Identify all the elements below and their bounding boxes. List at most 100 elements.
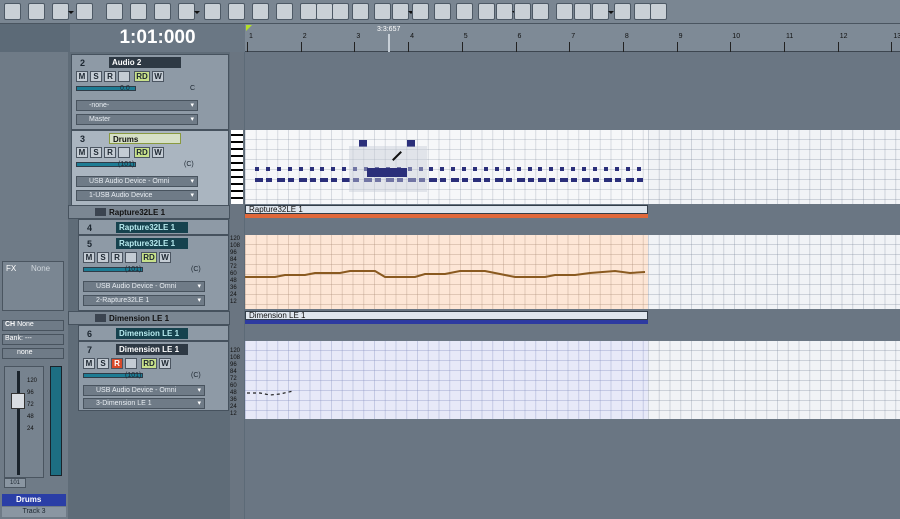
toolbar-button[interactable] — [332, 3, 349, 20]
solo-button[interactable]: S — [97, 358, 109, 369]
mute-button[interactable]: M — [76, 71, 88, 82]
toolbar-button[interactable] — [574, 3, 591, 20]
toolbar-button[interactable] — [316, 3, 333, 20]
drum-note[interactable] — [440, 167, 445, 171]
drum-note[interactable] — [549, 178, 556, 182]
drum-note[interactable] — [331, 167, 336, 171]
toolbar-button[interactable] — [276, 3, 293, 20]
drum-note[interactable] — [527, 167, 532, 171]
track-name[interactable]: Rapture32LE 1 — [116, 238, 188, 249]
fader-value[interactable]: 101 — [4, 478, 26, 488]
track-name[interactable]: Dimension LE 1 — [116, 328, 188, 339]
drum-note[interactable] — [571, 167, 576, 171]
timeline-ruler[interactable]: 3:3:657 1 2 3 4 5 6 7 8 9 10 11 12 13 — [245, 24, 900, 52]
mute-button[interactable]: M — [83, 252, 95, 263]
drum-note[interactable] — [538, 167, 543, 171]
toolbar-button[interactable] — [412, 3, 429, 20]
drum-note[interactable] — [287, 178, 294, 182]
drum-note[interactable] — [603, 167, 608, 171]
drum-note[interactable] — [636, 178, 643, 182]
track-scrollbar[interactable]: 120 108 96 84 72 60 48 36 24 12 120 108 96 84 72 60 48 3… — [230, 52, 244, 519]
drum-note[interactable] — [571, 178, 578, 182]
piano-keys[interactable] — [231, 130, 243, 204]
drum-note[interactable] — [614, 167, 619, 171]
toolbar-button[interactable] — [28, 3, 45, 20]
drum-note-block[interactable] — [367, 168, 407, 177]
drum-note[interactable] — [516, 167, 521, 171]
clips-pane[interactable]: Rapture32LE 1 Dimension LE 1 — [245, 52, 900, 519]
drum-note[interactable] — [429, 167, 434, 171]
drum-note[interactable] — [636, 167, 641, 171]
drum-note[interactable] — [494, 178, 503, 182]
toolbar-button[interactable] — [352, 3, 369, 20]
track-4[interactable]: 4 Rapture32LE 1 — [78, 219, 229, 235]
write-automation-button[interactable]: W — [152, 147, 164, 158]
track-name[interactable]: Drums — [109, 133, 181, 144]
track-6[interactable]: 6 Dimension LE 1 — [78, 325, 229, 341]
toolbar-button[interactable] — [532, 3, 549, 20]
track-name[interactable]: Dimension LE 1 — [116, 344, 188, 355]
track-5[interactable]: 5 Rapture32LE 1 M S R RD W (101) (C) USB… — [78, 235, 229, 311]
dimension-clip-bar[interactable] — [245, 320, 648, 324]
drum-note[interactable] — [527, 178, 534, 182]
toolbar-button[interactable] — [556, 3, 573, 20]
drum-note[interactable] — [462, 178, 469, 182]
track-2[interactable]: 2 Audio 2 M S R RD W 0.0 C -none- Master — [71, 54, 229, 130]
drum-note[interactable] — [592, 178, 599, 182]
now-time-marker[interactable] — [388, 34, 390, 52]
read-automation-button[interactable]: RD — [141, 252, 157, 263]
drum-note[interactable] — [255, 178, 263, 182]
drum-note[interactable] — [582, 178, 590, 182]
echo-button[interactable] — [118, 147, 130, 158]
drum-note[interactable] — [298, 167, 303, 171]
toolbar-button[interactable] — [228, 3, 245, 20]
fx-tab[interactable]: FX — [6, 264, 16, 273]
drum-note[interactable] — [287, 167, 292, 171]
fader-handle[interactable] — [11, 393, 25, 409]
solo-button[interactable]: S — [97, 252, 109, 263]
drum-note[interactable] — [538, 178, 547, 182]
drum-note[interactable] — [429, 178, 438, 182]
drum-note[interactable] — [582, 167, 586, 171]
toolbar-button[interactable] — [204, 3, 221, 20]
drum-note[interactable] — [331, 178, 338, 182]
drum-note[interactable] — [560, 178, 569, 182]
record-button[interactable]: R — [104, 71, 116, 82]
drum-note[interactable] — [342, 167, 347, 171]
rapture-clip-header[interactable]: Rapture32LE 1 — [245, 205, 648, 214]
drum-note[interactable] — [276, 178, 285, 182]
drum-note[interactable] — [298, 178, 307, 182]
drum-note[interactable] — [276, 167, 281, 171]
input-select[interactable]: USB Audio Device - Omni — [83, 281, 205, 292]
fx-bin[interactable]: FX None — [2, 261, 64, 311]
toolbar-button[interactable] — [178, 3, 200, 20]
mute-button[interactable]: M — [83, 358, 95, 369]
drum-note[interactable] — [549, 167, 554, 171]
drum-note[interactable] — [265, 167, 270, 171]
toolbar-button[interactable] — [478, 3, 495, 20]
input-select[interactable]: USB Audio Device - Omni — [83, 385, 205, 396]
drum-note[interactable] — [309, 178, 316, 182]
rapture-clip-bar[interactable] — [245, 214, 648, 218]
track-3[interactable]: 3 Drums M S R RD W (101) (C) USB Audio D… — [71, 130, 229, 206]
drum-note[interactable] — [265, 178, 272, 182]
toolbar-button[interactable] — [76, 3, 93, 20]
drum-note[interactable] — [255, 167, 259, 171]
record-button[interactable]: R — [111, 358, 123, 369]
toolbar-button[interactable] — [514, 3, 531, 20]
channel-select[interactable]: CH None — [2, 320, 64, 331]
drum-note[interactable] — [505, 178, 512, 182]
read-automation-button[interactable]: RD — [134, 71, 150, 82]
drum-note[interactable] — [505, 167, 510, 171]
toolbar-button[interactable] — [130, 3, 147, 20]
read-automation-button[interactable]: RD — [141, 358, 157, 369]
drum-note[interactable] — [473, 178, 481, 182]
track-name[interactable]: Audio 2 — [109, 57, 181, 68]
toolbar-button[interactable] — [592, 3, 614, 20]
output-select[interactable]: 1-USB Audio Device — [76, 190, 198, 201]
input-select[interactable]: -none- — [76, 100, 198, 111]
drum-note[interactable] — [625, 167, 630, 171]
track-7[interactable]: 7 Dimension LE 1 M S R RD W (101) (C) US… — [78, 341, 229, 411]
dimension-clip-lane[interactable] — [245, 341, 648, 419]
drum-note[interactable] — [614, 178, 621, 182]
